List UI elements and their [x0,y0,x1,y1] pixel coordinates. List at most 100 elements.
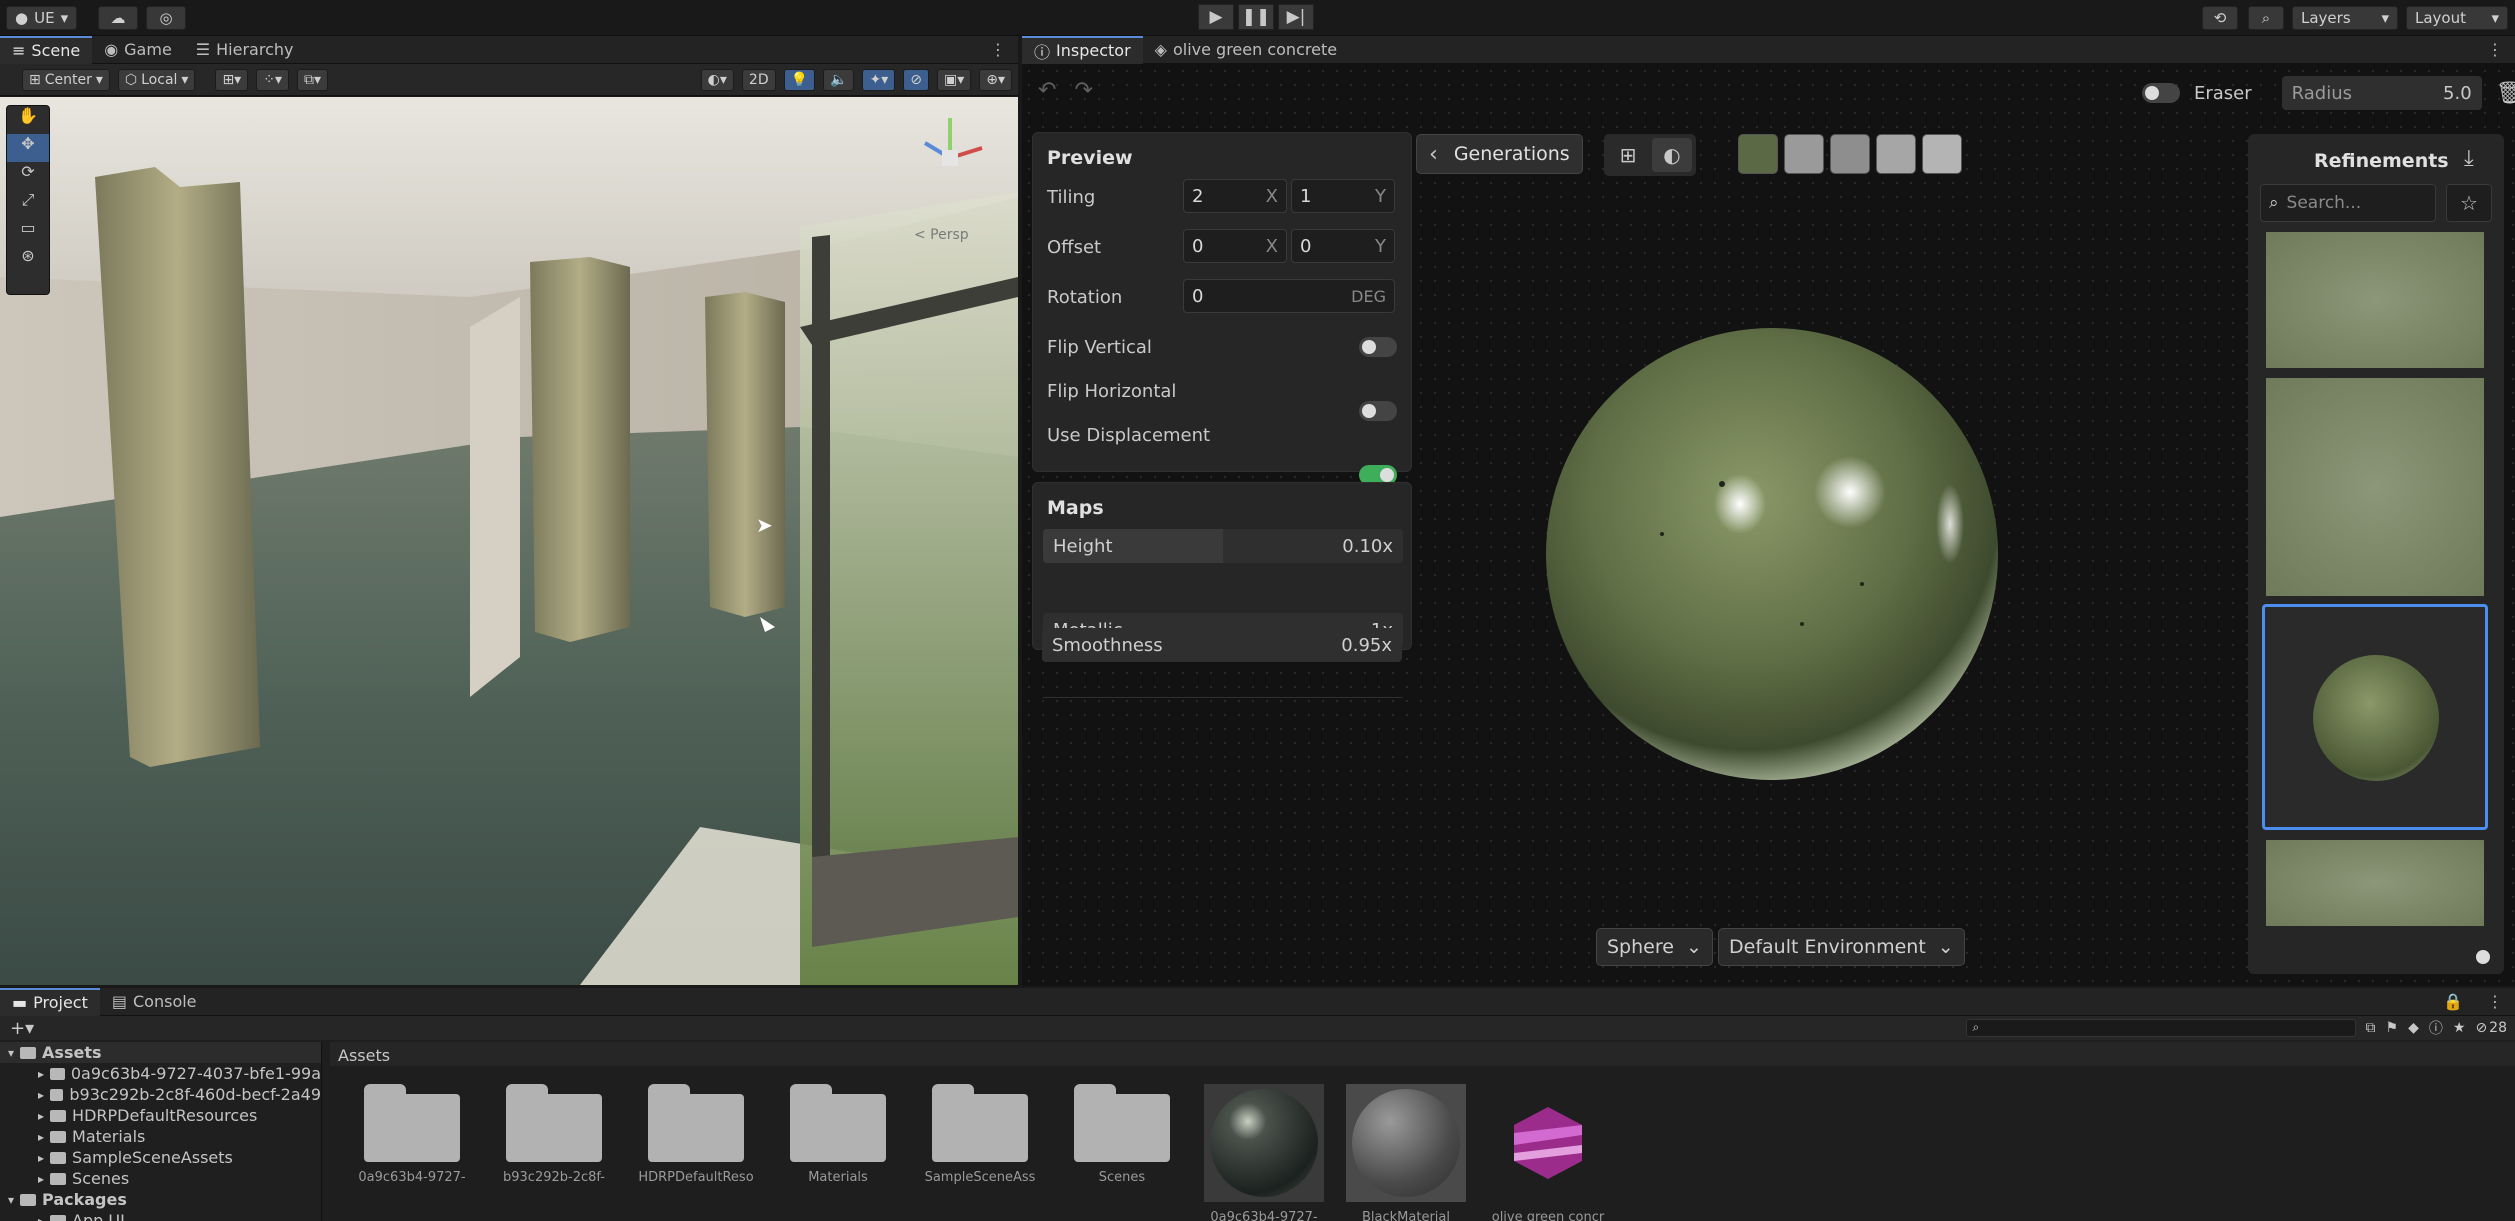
breadcrumb-assets[interactable]: Assets [338,1046,390,1065]
account-dropdown[interactable]: ● UE ▾ [6,6,78,30]
tab-olive-green-concrete[interactable]: ◈ olive green concrete [1143,36,1349,64]
height-slider[interactable]: Height 0.10x [1043,529,1403,563]
tab-inspector[interactable]: ⓘ Inspector [1022,35,1143,64]
trash-icon[interactable]: 🗑 [2496,81,2515,106]
audio-toggle[interactable]: 🔈 [823,68,855,91]
expand-arrow-icon[interactable]: ▸ [38,1214,44,1221]
undo-icon[interactable]: ↶ [1038,78,1056,103]
grid-visibility-button[interactable]: ⁘▾ [256,68,289,91]
sphere-view-icon[interactable]: ◐ [1652,138,1692,172]
persp-label[interactable]: < Persp [914,227,969,243]
normal-swatch[interactable] [1784,134,1824,174]
hidden-count[interactable]: ⊘ 28 [2475,1020,2507,1036]
star-icon[interactable]: ★ [2453,1020,2466,1036]
more-options-icon[interactable]: ⋮ [2475,36,2515,64]
rect-tool-icon[interactable]: ▭ [7,218,49,246]
pivot-dropdown[interactable]: ⊞ Center ▾ [22,68,110,91]
tab-console[interactable]: ▤ Console [100,988,209,1016]
asset-item[interactable]: BlackMaterial [1346,1084,1466,1221]
space-dropdown[interactable]: ⬡ Local ▾ [117,68,196,91]
flip-vertical-toggle[interactable] [1359,337,1397,357]
layers-dropdown[interactable]: Layers ▾ [2292,6,2398,30]
tab-scene[interactable]: ≡ Scene [0,35,93,64]
refinement-thumbnail[interactable] [2266,378,2484,596]
expand-arrow-icon[interactable]: ▸ [38,1172,44,1186]
refinements-search[interactable]: ⌕ Search... [2260,184,2436,222]
tree-item[interactable]: ▸ b93c292b-2c8f-460d-becf-2a49 [0,1084,321,1105]
radius-field[interactable]: Radius 5.0 [2281,76,2482,110]
generations-back-button[interactable]: ‹ Generations [1416,134,1583,174]
expand-arrow-icon[interactable]: ▸ [38,1109,44,1123]
rotation-field[interactable]: 0 DEG [1183,279,1395,313]
scene-viewport[interactable]: ✋ ✥ ⟳ ⤢ ▭ ⊛ < Persp ➤ [0,97,1018,985]
asset-item[interactable]: SampleSceneAss [920,1084,1040,1185]
gizmos-dropdown[interactable]: ⊕▾ [979,68,1012,91]
transform-tool-icon[interactable]: ⊛ [7,246,49,274]
smoothness-swatch[interactable] [1922,134,1962,174]
lighting-toggle[interactable]: 💡 [783,68,816,91]
pause-button[interactable]: ❚❚ [1238,4,1274,30]
shape-dropdown[interactable]: Sphere ⌄ [1596,928,1713,966]
metallic-swatch[interactable] [1876,134,1916,174]
tiling-x-field[interactable]: 2X [1183,179,1287,213]
grid-snap-button[interactable]: ⊞▾ [215,68,249,91]
scroll-indicator[interactable] [2476,950,2490,964]
offset-x-field[interactable]: 0X [1183,229,1287,263]
asset-item[interactable]: 0a9c63b4-9727- [352,1084,472,1185]
flip-horizontal-toggle[interactable] [1359,401,1397,421]
more-options-icon[interactable]: ⋮ [978,36,1018,64]
asset-item[interactable]: 0a9c63b4-9727- [1204,1084,1324,1221]
asset-item[interactable]: Scenes [1062,1084,1182,1185]
tab-hierarchy[interactable]: ☰ Hierarchy [184,36,306,64]
hand-tool-icon[interactable]: ✋ [7,106,49,134]
increment-snap-button[interactable]: ⧉▾ [296,68,329,91]
camera-dropdown[interactable]: ▣▾ [936,68,972,91]
collab-button[interactable]: ◎ [146,6,186,30]
step-button[interactable]: ▶| [1278,4,1314,30]
orientation-gizmo[interactable]: < Persp [900,103,1000,243]
filter-label-icon[interactable]: ⚑ [2386,1020,2399,1036]
expand-arrow-icon[interactable]: ▸ [38,1151,44,1165]
smoothness-slider[interactable]: Smoothness 0.95x [1042,628,1402,662]
search-button[interactable]: ⌕ [2248,6,2284,30]
tree-item[interactable]: ▸ 0a9c63b4-9727-4037-bfe1-99a [0,1063,321,1084]
more-options-icon[interactable]: ⋮ [2475,988,2515,1016]
warning-icon[interactable]: ⓘ [2429,1018,2443,1038]
asset-item[interactable]: HDRPDefaultReso [636,1084,756,1185]
tree-item[interactable]: ▸ App UI [0,1210,321,1221]
tree-item[interactable]: ▸ HDRPDefaultResources [0,1105,321,1126]
play-button[interactable]: ▶ [1198,4,1234,30]
history-button[interactable]: ⟲ [2202,6,2238,30]
expand-arrow-icon[interactable]: ▸ [38,1067,44,1081]
visibility-toggle[interactable]: ⊘ [903,68,929,91]
tiling-y-field[interactable]: 1Y [1291,179,1395,213]
cloud-button[interactable]: ☁ [98,6,138,30]
lock-icon[interactable]: 🔒 [2431,988,2475,1016]
expand-arrow-icon[interactable]: ▾ [8,1046,14,1060]
offset-y-field[interactable]: 0Y [1291,229,1395,263]
tab-game[interactable]: ◉ Game [92,36,184,64]
refinement-thumbnail-selected[interactable] [2262,604,2488,830]
refinement-thumbnail[interactable] [2266,232,2484,368]
mode-2d-button[interactable]: 2D [741,68,776,91]
asset-search-input[interactable]: ⌕ [1965,1019,2356,1037]
favorites-star-icon[interactable]: ☆ [2446,184,2492,222]
asset-item[interactable]: b93c292b-2c8f- [494,1084,614,1185]
albedo-swatch[interactable] [1738,134,1778,174]
expand-arrow-icon[interactable]: ▾ [8,1193,14,1207]
scale-tool-icon[interactable]: ⤢ [7,190,49,218]
expand-arrow-icon[interactable]: ▸ [38,1130,44,1144]
expand-arrow-icon[interactable]: ▸ [38,1088,44,1102]
tree-item[interactable]: ▸ Scenes [0,1168,321,1189]
asset-item[interactable]: Materials [778,1084,898,1185]
filter-type-icon[interactable]: ⧉ [2366,1020,2376,1036]
move-tool-icon[interactable]: ✥ [7,134,49,162]
eraser-toggle[interactable] [2142,83,2180,103]
rotate-tool-icon[interactable]: ⟳ [7,162,49,190]
tree-item[interactable]: ▾ Assets [0,1042,321,1063]
layout-dropdown[interactable]: Layout ▾ [2406,6,2508,30]
environment-dropdown[interactable]: Default Environment ⌄ [1718,928,1965,966]
asset-item[interactable]: olive green concr [1488,1084,1608,1221]
download-icon[interactable]: ⤓ [2464,146,2474,171]
material-sphere-preview[interactable] [1542,324,2002,784]
